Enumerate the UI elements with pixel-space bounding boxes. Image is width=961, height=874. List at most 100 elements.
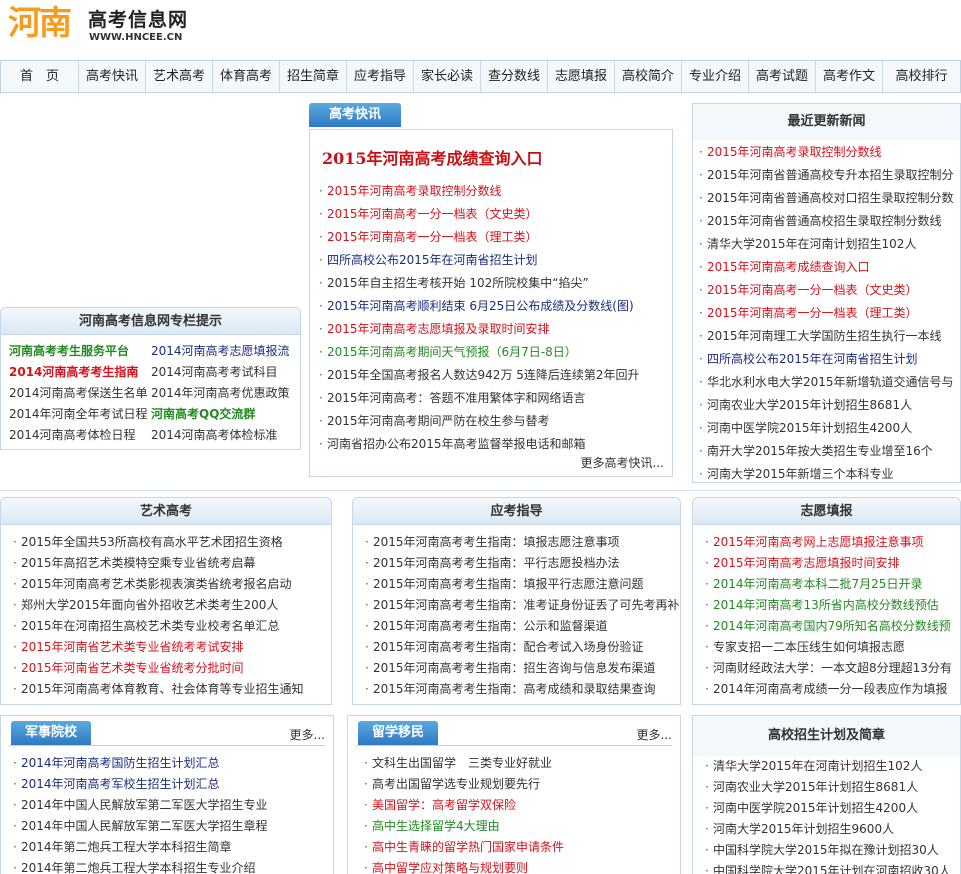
- nav-item[interactable]: 高考作文: [816, 61, 883, 92]
- list-item-link[interactable]: 美国留学：高考留学双保险: [360, 795, 676, 816]
- list-item-link[interactable]: 2015年河南高考成绩查询入口: [695, 256, 960, 279]
- news-headline[interactable]: 2015年河南高考成绩查询入口: [310, 130, 672, 172]
- study-abroad-more-link[interactable]: 更多...: [637, 726, 672, 743]
- list-item-link[interactable]: 河南省招办公布2015年高考监督举报电话和邮箱: [315, 433, 672, 456]
- list-item-link[interactable]: 2014年中国人民解放军第二军医大学招生章程: [9, 816, 329, 837]
- list-item-link[interactable]: 专家支招一二本压线生如何填报志愿: [701, 637, 960, 658]
- list-item-link[interactable]: 2015年河南高考一分一档表（文史类）: [315, 203, 672, 226]
- nav-item[interactable]: 高校排行: [883, 61, 960, 92]
- list-item-link[interactable]: 2015年河南高考期间严防在校生参与替考: [315, 410, 672, 433]
- list-item-link[interactable]: 2015年在河南招生高校艺术类专业校考名单汇总: [9, 616, 331, 637]
- list-item-link[interactable]: 2015年河南高考一分一档表（理工类）: [695, 302, 960, 325]
- news-more-link[interactable]: 更多高考快讯...: [581, 454, 664, 471]
- list-item-link[interactable]: 2015年河南省普通高校对口招生录取控制分数: [695, 187, 960, 210]
- list-item-link[interactable]: 2014年第二炮兵工程大学本科招生专业介绍: [9, 858, 329, 874]
- list-item-link[interactable]: 2014年河南高考国防生招生计划汇总: [9, 753, 329, 774]
- column-tip-link[interactable]: 2014河南高考体检日程: [9, 425, 151, 446]
- list-item-link[interactable]: 2015年河南高考期间天气预报（6月7日-8日）: [315, 341, 672, 364]
- list-item-link[interactable]: 2015年全国共53所高校有高水平艺术团招生资格: [9, 532, 331, 553]
- nav-item[interactable]: 家长必读: [414, 61, 481, 92]
- list-item-link[interactable]: 2015年河南省普通高校专升本招生录取控制分: [695, 164, 960, 187]
- column-tip-link[interactable]: 2014年河南高考优惠政策: [151, 383, 301, 404]
- list-item-link[interactable]: 2015年河南高考考生指南：公示和监督渠道: [361, 616, 680, 637]
- list-item-link[interactable]: 2015年河南高考一分一档表（文史类）: [695, 279, 960, 302]
- list-item-link[interactable]: 2014年河南高考军校生招生计划汇总: [9, 774, 329, 795]
- list-item-link[interactable]: 2015年自主招生考核开始 102所院校集中“掐尖”: [315, 272, 672, 295]
- list-item-link[interactable]: 2015年河南高考考生指南：填报志愿注意事项: [361, 532, 680, 553]
- column-tip-link[interactable]: 2014河南高考志愿填报流: [151, 341, 301, 362]
- nav-item[interactable]: 首 页: [1, 61, 79, 92]
- list-item-link[interactable]: 清华大学2015年在河南计划招生102人: [701, 756, 960, 777]
- list-item-link[interactable]: 2015年河南高考体育教育、社会体育等专业招生通知: [9, 679, 331, 700]
- column-tip-link[interactable]: 2014河南高考考生指南: [9, 362, 151, 383]
- list-item-link[interactable]: 河南大学2015年计划招生9600人: [701, 819, 960, 840]
- column-tip-link[interactable]: 2014河南高考考试科目: [151, 362, 301, 383]
- list-item-link[interactable]: 2015年河南高考：答题不准用繁体字和网络语言: [315, 387, 672, 410]
- list-item-link[interactable]: 郑州大学2015年面向省外招收艺术类考生200人: [9, 595, 331, 616]
- list-item-link[interactable]: 河南财经政法大学：一本文超8分理超13分有: [701, 658, 960, 679]
- column-tip-link[interactable]: 河南高考QQ交流群: [151, 404, 301, 425]
- nav-item[interactable]: 高考快讯: [79, 61, 146, 92]
- list-item-link[interactable]: 高中留学应对策略与规划要则: [360, 858, 676, 874]
- list-item-link[interactable]: 2015年河南高考考生指南：准考证身份证丢了可先考再补: [361, 595, 680, 616]
- list-item-link[interactable]: 2015年河南高考考生指南：配合考试入场身份验证: [361, 637, 680, 658]
- list-item-link[interactable]: 南开大学2015年按大类招生专业增至16个: [695, 440, 960, 463]
- nav-item[interactable]: 艺术高考: [146, 61, 213, 92]
- list-item-link[interactable]: 2015年河南高考顺利结束 6月25日公布成绩及分数线(图): [315, 295, 672, 318]
- list-item-link[interactable]: 文科生出国留学 三类专业好就业: [360, 753, 676, 774]
- tab-military[interactable]: 军事院校: [11, 721, 92, 745]
- list-item-link[interactable]: 四所高校公布2015年在河南省招生计划: [695, 348, 960, 371]
- nav-item[interactable]: 应考指导: [347, 61, 414, 92]
- list-item-link[interactable]: 中国科学院大学2015年拟在豫计划招30人: [701, 840, 960, 861]
- list-item-link[interactable]: 2015年河南高考一分一档表（理工类）: [315, 226, 672, 249]
- list-item-link[interactable]: 2014年河南高考13所省内高校分数线预估: [701, 595, 960, 616]
- list-item-link[interactable]: 2014年中国人民解放军第二军医大学招生专业: [9, 795, 329, 816]
- nav-item[interactable]: 高考试题: [749, 61, 816, 92]
- list-item-link[interactable]: 2015年河南高考志愿填报时间安排: [701, 553, 960, 574]
- list-item-link[interactable]: 2015年河南高考录取控制分数线: [315, 180, 672, 203]
- list-item-link[interactable]: 2014年河南高考国内79所知名高校分数线预: [701, 616, 960, 637]
- list-item-link[interactable]: 高中生青睐的留学热门国家申请条件: [360, 837, 676, 858]
- list-item-link[interactable]: 河南中医学院2015年计划招生4200人: [701, 798, 960, 819]
- list-item-link[interactable]: 中国科学院大学2015年计划在河南招收30人: [701, 861, 960, 874]
- tab-news[interactable]: 高考快讯: [309, 103, 402, 127]
- list-item-link[interactable]: 2015年全国高考报名人数达942万 5连降后连续第2年回升: [315, 364, 672, 387]
- column-tip-link[interactable]: 河南高考考生服务平台: [9, 341, 151, 362]
- military-more-link[interactable]: 更多...: [290, 726, 325, 743]
- list-item-link[interactable]: 2014年第二炮兵工程大学本科招生简章: [9, 837, 329, 858]
- list-item-link[interactable]: 2015年河南高考网上志愿填报注意事项: [701, 532, 960, 553]
- list-item-link[interactable]: 2015年河南高考志愿填报及录取时间安排: [315, 318, 672, 341]
- list-item-link[interactable]: 河南大学2015年新增三个本科专业: [695, 463, 960, 486]
- nav-item[interactable]: 查分数线: [481, 61, 548, 92]
- list-item-link[interactable]: 2015年河南高考录取控制分数线: [695, 141, 960, 164]
- column-tip-link[interactable]: 2014年河南全年考试日程: [9, 404, 151, 425]
- list-item-link[interactable]: 四所高校公布2015年在河南省招生计划: [315, 249, 672, 272]
- list-item-link[interactable]: 2015年河南高考考生指南：招生咨询与信息发布渠道: [361, 658, 680, 679]
- list-item-link[interactable]: 2015年河南省艺术类专业省统考考试安排: [9, 637, 331, 658]
- list-item-link[interactable]: 高中生选择留学4大理由: [360, 816, 676, 837]
- list-item-link[interactable]: 河南中医学院2015年计划招生4200人: [695, 417, 960, 440]
- list-item-link[interactable]: 2014年河南高考成绩一分一段表应作为填报: [701, 679, 960, 700]
- list-item-link[interactable]: 2015年高招艺术类模特空乘专业省统考启幕: [9, 553, 331, 574]
- list-item-link[interactable]: 2015年河南高考考生指南：平行志愿投档办法: [361, 553, 680, 574]
- list-item-link[interactable]: 2015年河南高考考生指南：填报平行志愿注意问题: [361, 574, 680, 595]
- column-tip-link[interactable]: 2014河南高考体检标准: [151, 425, 301, 446]
- list-item-link[interactable]: 华北水利水电大学2015年新增轨道交通信号与: [695, 371, 960, 394]
- site-logo[interactable]: 河南: [8, 3, 72, 43]
- list-item-link[interactable]: 高考出国留学选专业规划要先行: [360, 774, 676, 795]
- list-item-link[interactable]: 2015年河南高考艺术类影视表演类省统考报名启动: [9, 574, 331, 595]
- nav-item[interactable]: 招生简章: [280, 61, 347, 92]
- list-item-link[interactable]: 2015年河南高考考生指南：高考成绩和录取结果查询: [361, 679, 680, 700]
- list-item-link[interactable]: 2015年河南理工大学国防生招生执行一本线: [695, 325, 960, 348]
- list-item-link[interactable]: 2015年河南省艺术类专业省统考分批时间: [9, 658, 331, 679]
- list-item-link[interactable]: 河南农业大学2015年计划招生8681人: [695, 394, 960, 417]
- nav-item[interactable]: 体育高考: [213, 61, 280, 92]
- nav-item[interactable]: 高校简介: [615, 61, 682, 92]
- column-tip-link[interactable]: 2014河南高考保送生名单: [9, 383, 151, 404]
- nav-item[interactable]: 专业介绍: [682, 61, 749, 92]
- list-item-link[interactable]: 清华大学2015年在河南计划招生102人: [695, 233, 960, 256]
- list-item-link[interactable]: 2015年河南省普通高校招生录取控制分数线: [695, 210, 960, 233]
- list-item-link[interactable]: 2014年河南高考本科二批7月25日开录: [701, 574, 960, 595]
- list-item-link[interactable]: 河南农业大学2015年计划招生8681人: [701, 777, 960, 798]
- nav-item[interactable]: 志愿填报: [548, 61, 615, 92]
